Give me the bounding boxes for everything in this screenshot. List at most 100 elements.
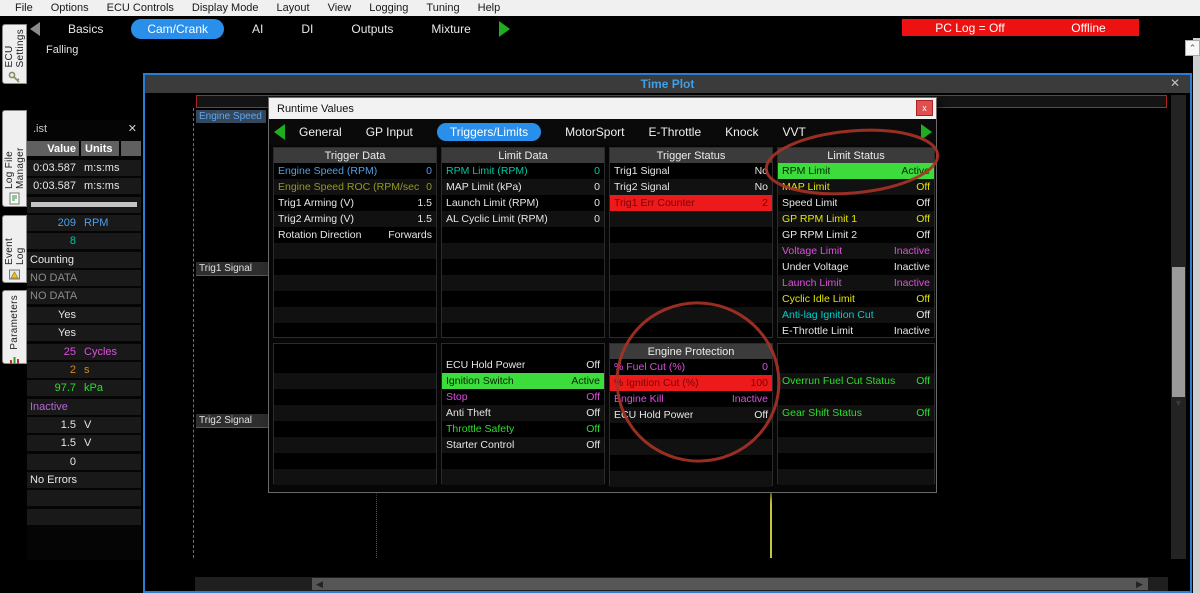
tab-ai[interactable]: AI	[242, 19, 273, 39]
horizontal-scrollbar-thumb[interactable]	[312, 578, 1148, 590]
watch-row: Yes	[27, 325, 141, 341]
falling-label: Falling	[46, 44, 78, 56]
runtime-panel-power-switches: ECU Hold PowerOffIgnition SwitchActiveSt…	[441, 343, 605, 484]
runtime-row	[778, 357, 934, 373]
legend-engine-speed[interactable]: Engine Speed	[196, 110, 266, 123]
menu-display-mode[interactable]: Display Mode	[183, 2, 268, 14]
runtime-row-value: Inactive	[894, 325, 930, 337]
sidebar-tab-parameters[interactable]: Parameters	[2, 290, 27, 364]
runtime-tab-vvt[interactable]: VVT	[783, 125, 806, 139]
plot-cursor-line	[193, 108, 194, 558]
scroll-down-icon[interactable]: ▼	[1174, 398, 1183, 408]
runtime-row-label: Stop	[446, 391, 468, 403]
tab-cam-crank[interactable]: Cam/Crank	[131, 19, 224, 39]
watch-unit: m:s:ms	[79, 162, 119, 174]
menu-view[interactable]: View	[319, 2, 361, 14]
runtime-row	[442, 275, 604, 291]
runtime-row	[610, 259, 772, 275]
watch-row: 1.5V	[27, 435, 141, 451]
runtime-row	[610, 211, 772, 227]
runtime-tabs-scroll-right-icon[interactable]	[921, 124, 932, 140]
close-icon[interactable]: x	[916, 100, 933, 116]
runtime-row-label: AL Cyclic Limit (RPM)	[446, 213, 548, 225]
menu-options[interactable]: Options	[42, 2, 98, 14]
watch-row: 97.7kPa	[27, 380, 141, 396]
runtime-tab-gp-input[interactable]: GP Input	[366, 125, 413, 139]
tab-mixture[interactable]: Mixture	[421, 19, 480, 39]
menu-file[interactable]: File	[6, 2, 42, 14]
runtime-row: Engine Speed ROC (RPM/sec0	[274, 179, 436, 195]
watch-row: Inactive	[27, 399, 141, 415]
menu-logging[interactable]: Logging	[360, 2, 417, 14]
runtime-row	[274, 469, 436, 485]
runtime-row	[442, 323, 604, 339]
runtime-row	[610, 471, 772, 487]
runtime-row-value: Inactive	[894, 277, 930, 289]
watch-row: Counting	[27, 252, 141, 268]
menu-tuning[interactable]: Tuning	[417, 2, 468, 14]
runtime-tab-general[interactable]: General	[299, 125, 342, 139]
runtime-row: Trig2 Arming (V)1.5	[274, 211, 436, 227]
runtime-row-label: Trig1 Arming (V)	[278, 197, 354, 209]
runtime-row: Voltage LimitInactive	[778, 243, 934, 259]
runtime-row: StopOff	[442, 389, 604, 405]
close-icon[interactable]: ✕	[1170, 76, 1180, 90]
pc-log-status: PC Log = Off	[935, 21, 1005, 35]
runtime-row	[274, 453, 436, 469]
runtime-panel-trigger-status: Trigger StatusTrig1 SignalNoTrig2 Signal…	[609, 147, 773, 338]
sidebar-tab-event-log[interactable]: Event Log	[2, 215, 27, 283]
menu-layout[interactable]: Layout	[268, 2, 319, 14]
sidebar-tab-log-file-manager[interactable]: Log File Manager	[2, 110, 27, 207]
runtime-row	[778, 453, 934, 469]
menu-help[interactable]: Help	[469, 2, 510, 14]
runtime-row: E-Throttle LimitInactive	[778, 323, 934, 339]
runtime-dialog-titlebar[interactable]: Runtime Values x	[269, 98, 936, 119]
runtime-row	[274, 421, 436, 437]
runtime-row-label: Trig1 Signal	[614, 165, 670, 177]
runtime-row-label: % Ignition Cut (%)	[614, 377, 699, 389]
menu-ecu-controls[interactable]: ECU Controls	[98, 2, 183, 14]
scroll-up-icon[interactable]: ⌃	[1185, 40, 1200, 56]
watch-row: 25Cycles	[27, 344, 141, 360]
watch-col-value: Value	[27, 141, 79, 156]
panel-header: Limit Data	[442, 148, 604, 163]
runtime-row-value: 0	[594, 213, 600, 225]
watch-row: 8	[27, 233, 141, 249]
watch-value: 97.7	[27, 382, 79, 394]
runtime-row-value: Off	[586, 407, 600, 419]
tab-di[interactable]: DI	[291, 19, 323, 39]
runtime-row-label: Anti-lag Ignition Cut	[782, 309, 874, 321]
tab-scroll-left-icon[interactable]	[30, 22, 40, 36]
runtime-row-value: No	[755, 165, 768, 177]
runtime-row-value: Off	[916, 213, 930, 225]
runtime-row: Trig1 Err Counter2	[610, 195, 772, 211]
runtime-tab-knock[interactable]: Knock	[725, 125, 758, 139]
runtime-tab-motorsport[interactable]: MotorSport	[565, 125, 624, 139]
runtime-row: Anti-lag Ignition CutOff	[778, 307, 934, 323]
runtime-row-value: Off	[916, 375, 930, 387]
runtime-row-value: 0	[426, 165, 432, 177]
watch-value: 8	[27, 235, 79, 247]
runtime-row-label: Rotation Direction	[278, 229, 361, 241]
runtime-row-value: Off	[586, 423, 600, 435]
runtime-row-label: Engine Kill	[614, 393, 664, 405]
runtime-row: Launch LimitInactive	[778, 275, 934, 291]
scroll-right-icon[interactable]: ▶	[1136, 579, 1143, 590]
runtime-tab-e-throttle[interactable]: E-Throttle	[648, 125, 701, 139]
tab-outputs[interactable]: Outputs	[341, 19, 403, 39]
connection-status: Offline	[1071, 21, 1105, 35]
runtime-row: Under VoltageInactive	[778, 259, 934, 275]
runtime-row: Launch Limit (RPM)0	[442, 195, 604, 211]
vertical-scrollbar-thumb[interactable]	[1172, 267, 1185, 397]
tab-basics[interactable]: Basics	[58, 19, 113, 39]
runtime-row	[442, 307, 604, 323]
runtime-tabs-scroll-left-icon[interactable]	[274, 124, 285, 140]
watch-value: 2	[27, 364, 79, 376]
time-plot-titlebar[interactable]: Time Plot ✕	[145, 75, 1190, 93]
runtime-row	[274, 259, 436, 275]
close-icon[interactable]: ✕	[128, 122, 137, 135]
runtime-tab-triggers-limits[interactable]: Triggers/Limits	[437, 123, 541, 141]
scroll-left-icon[interactable]: ◀	[316, 579, 323, 590]
tab-scroll-right-icon[interactable]	[499, 21, 510, 37]
sidebar-tab-ecu-settings[interactable]: ECU Settings	[2, 24, 27, 84]
